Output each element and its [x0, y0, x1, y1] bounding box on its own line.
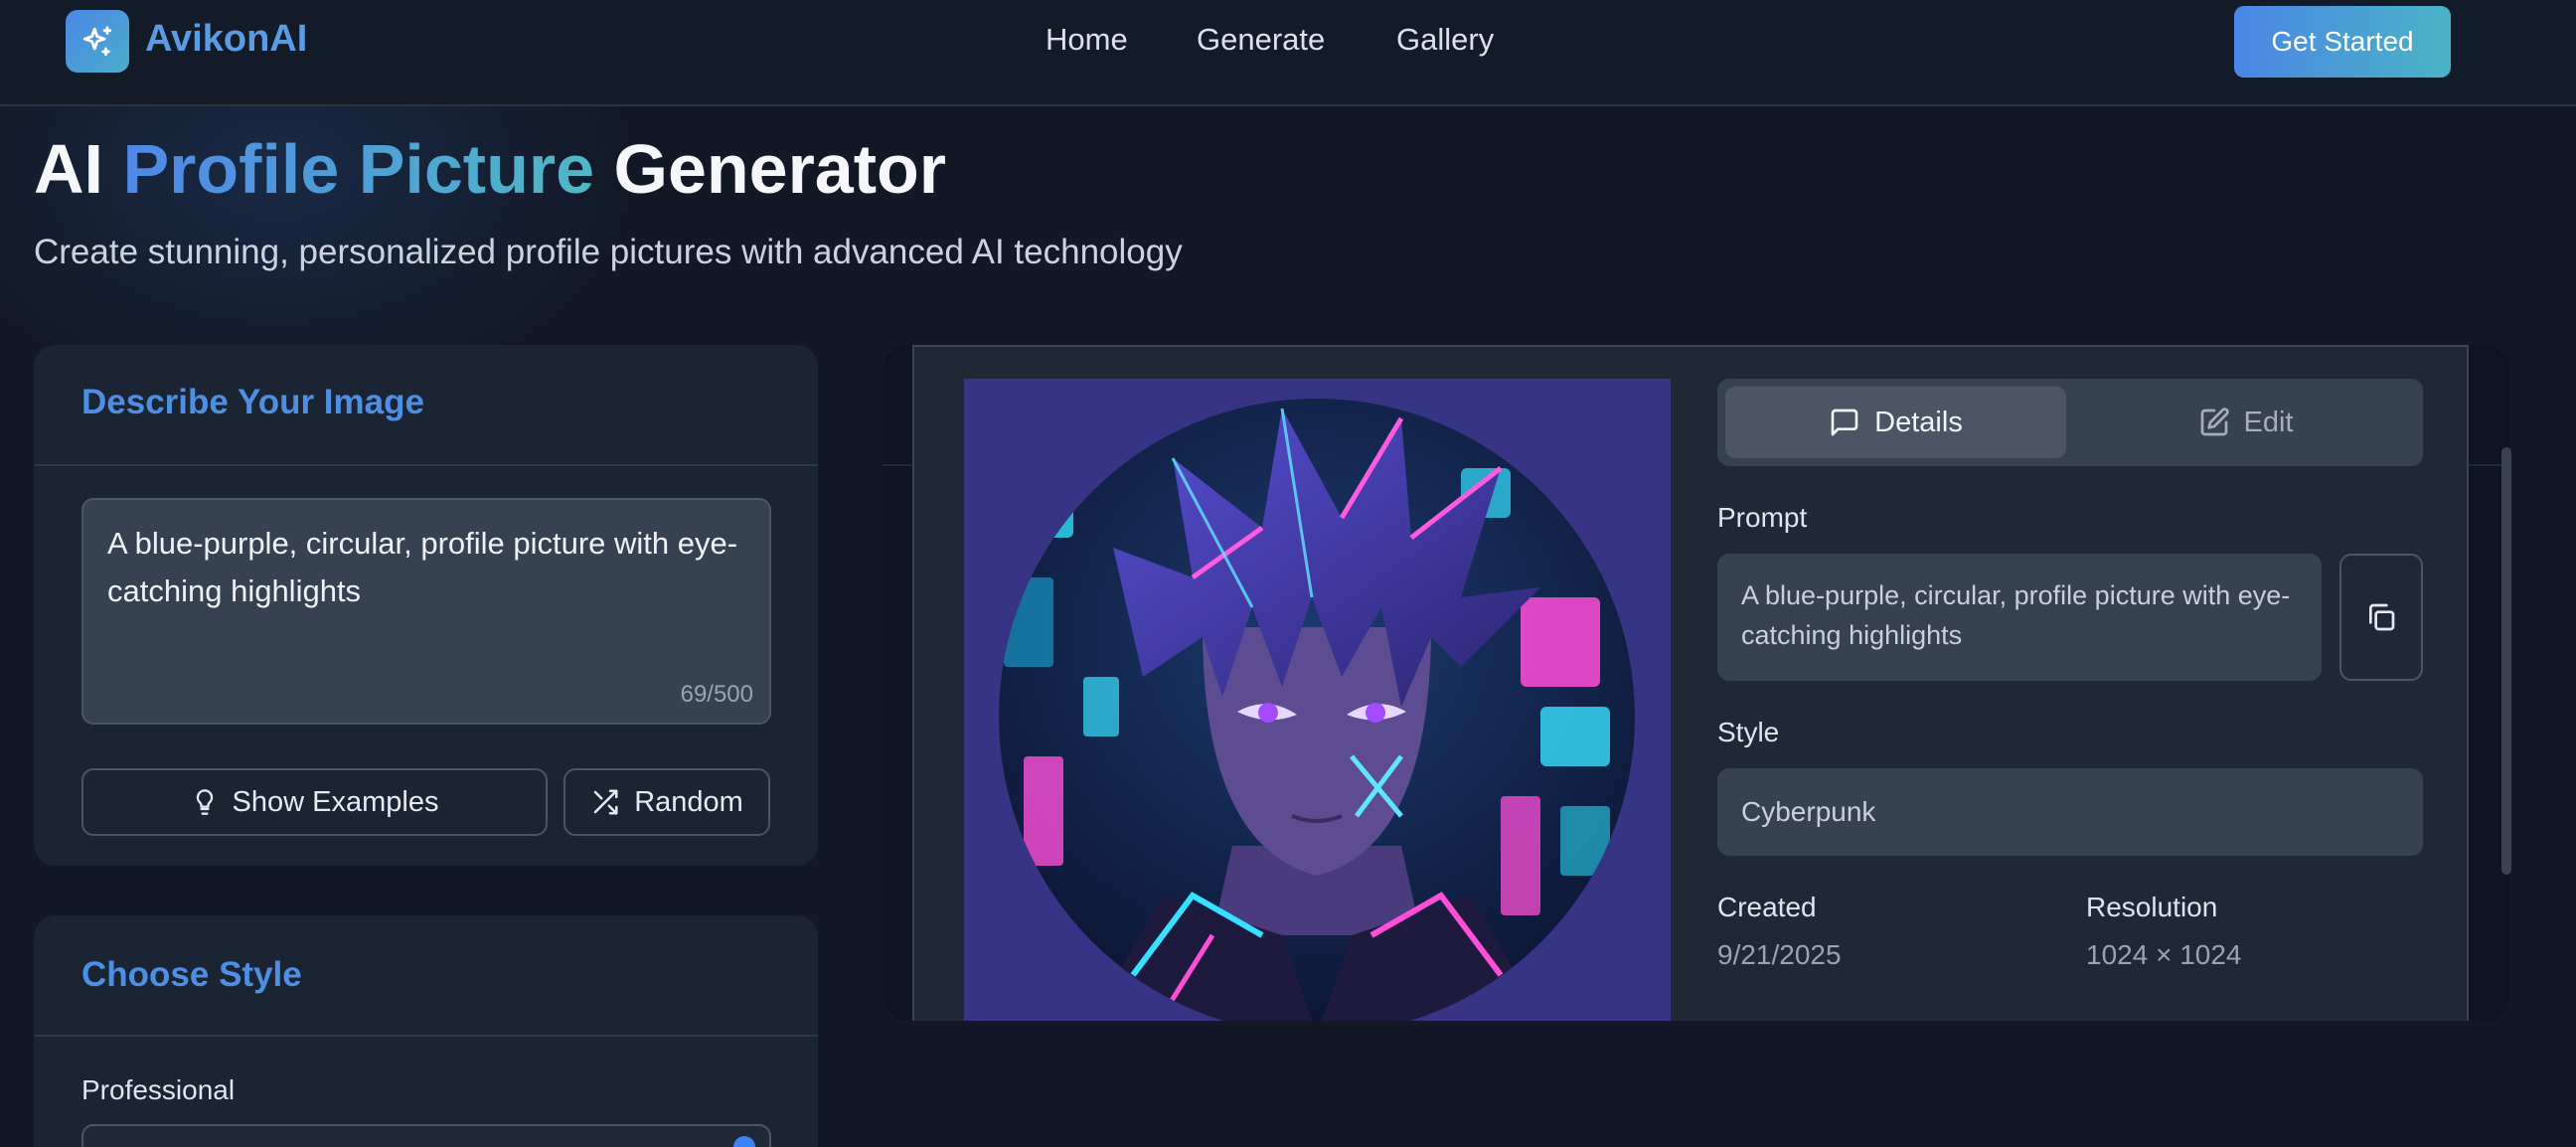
title-prefix: AI [34, 130, 103, 208]
describe-panel-title: Describe Your Image [81, 383, 424, 421]
style-option-label: Professional [81, 1074, 236, 1105]
tab-edit[interactable]: Edit [2075, 387, 2416, 458]
logo-badge[interactable] [66, 10, 129, 73]
tab-details-label: Details [1874, 406, 1963, 438]
lightbulb-icon [196, 789, 213, 815]
nav-home[interactable]: Home [1046, 22, 1128, 58]
edit-icon [2200, 408, 2229, 436]
copy-icon [2369, 603, 2395, 631]
title-highlight: Profile Picture [122, 130, 595, 208]
select-indicator [733, 1136, 755, 1147]
sparkles-icon [82, 25, 112, 56]
page-subtitle: Create stunning, personalized profile pi… [34, 233, 1183, 271]
resolution-value: 1024 × 1024 [2086, 939, 2242, 970]
show-examples-button[interactable]: Show Examples [81, 768, 548, 836]
nav-gallery[interactable]: Gallery [1396, 22, 1494, 58]
divider [34, 464, 818, 466]
prompt-display: A blue-purple, circular, profile picture… [1717, 554, 2322, 681]
prompt-textarea-value: A blue-purple, circular, profile picture… [107, 526, 738, 608]
brand-name[interactable]: AvikonAI [145, 18, 307, 61]
scrollbar-thumb[interactable] [2501, 447, 2511, 875]
generated-image[interactable] [964, 379, 1671, 1021]
copy-prompt-button[interactable] [2339, 554, 2423, 681]
image-details-modal: Details Edit Prompt A blue-purple, circu… [912, 345, 2469, 1021]
show-examples-label: Show Examples [232, 785, 439, 818]
describe-panel: Describe Your Image A blue-purple, circu… [34, 345, 818, 866]
created-label: Created [1717, 892, 1817, 922]
style-value: Cyberpunk [1717, 768, 2423, 856]
created-value: 9/21/2025 [1717, 939, 1842, 970]
details-tabs: Details Edit [1717, 379, 2423, 466]
page-title: AI Profile Picture Generator [34, 129, 946, 209]
choose-style-panel: Choose Style Professional [34, 915, 818, 1147]
title-suffix: Generator [613, 130, 947, 208]
character-counter: 69/500 [680, 681, 753, 708]
message-square-icon [1831, 409, 1858, 436]
avatar-artwork [999, 399, 1635, 1021]
tab-details[interactable]: Details [1725, 387, 2066, 458]
top-navbar: AvikonAI Home Generate Gallery Get Start… [0, 0, 2576, 106]
nav-generate[interactable]: Generate [1197, 22, 1325, 58]
random-button[interactable]: Random [564, 768, 770, 836]
style-label: Style [1717, 717, 1780, 747]
style-select[interactable] [81, 1124, 771, 1147]
choose-style-title: Choose Style [81, 955, 302, 994]
resolution-label: Resolution [2086, 892, 2218, 922]
prompt-textarea[interactable]: A blue-purple, circular, profile picture… [81, 498, 771, 725]
tab-edit-label: Edit [2243, 406, 2294, 438]
get-started-button[interactable]: Get Started [2234, 6, 2451, 78]
random-label: Random [634, 785, 743, 818]
shuffle-icon [593, 789, 618, 815]
prompt-label: Prompt [1717, 502, 1808, 533]
divider [34, 1035, 818, 1037]
